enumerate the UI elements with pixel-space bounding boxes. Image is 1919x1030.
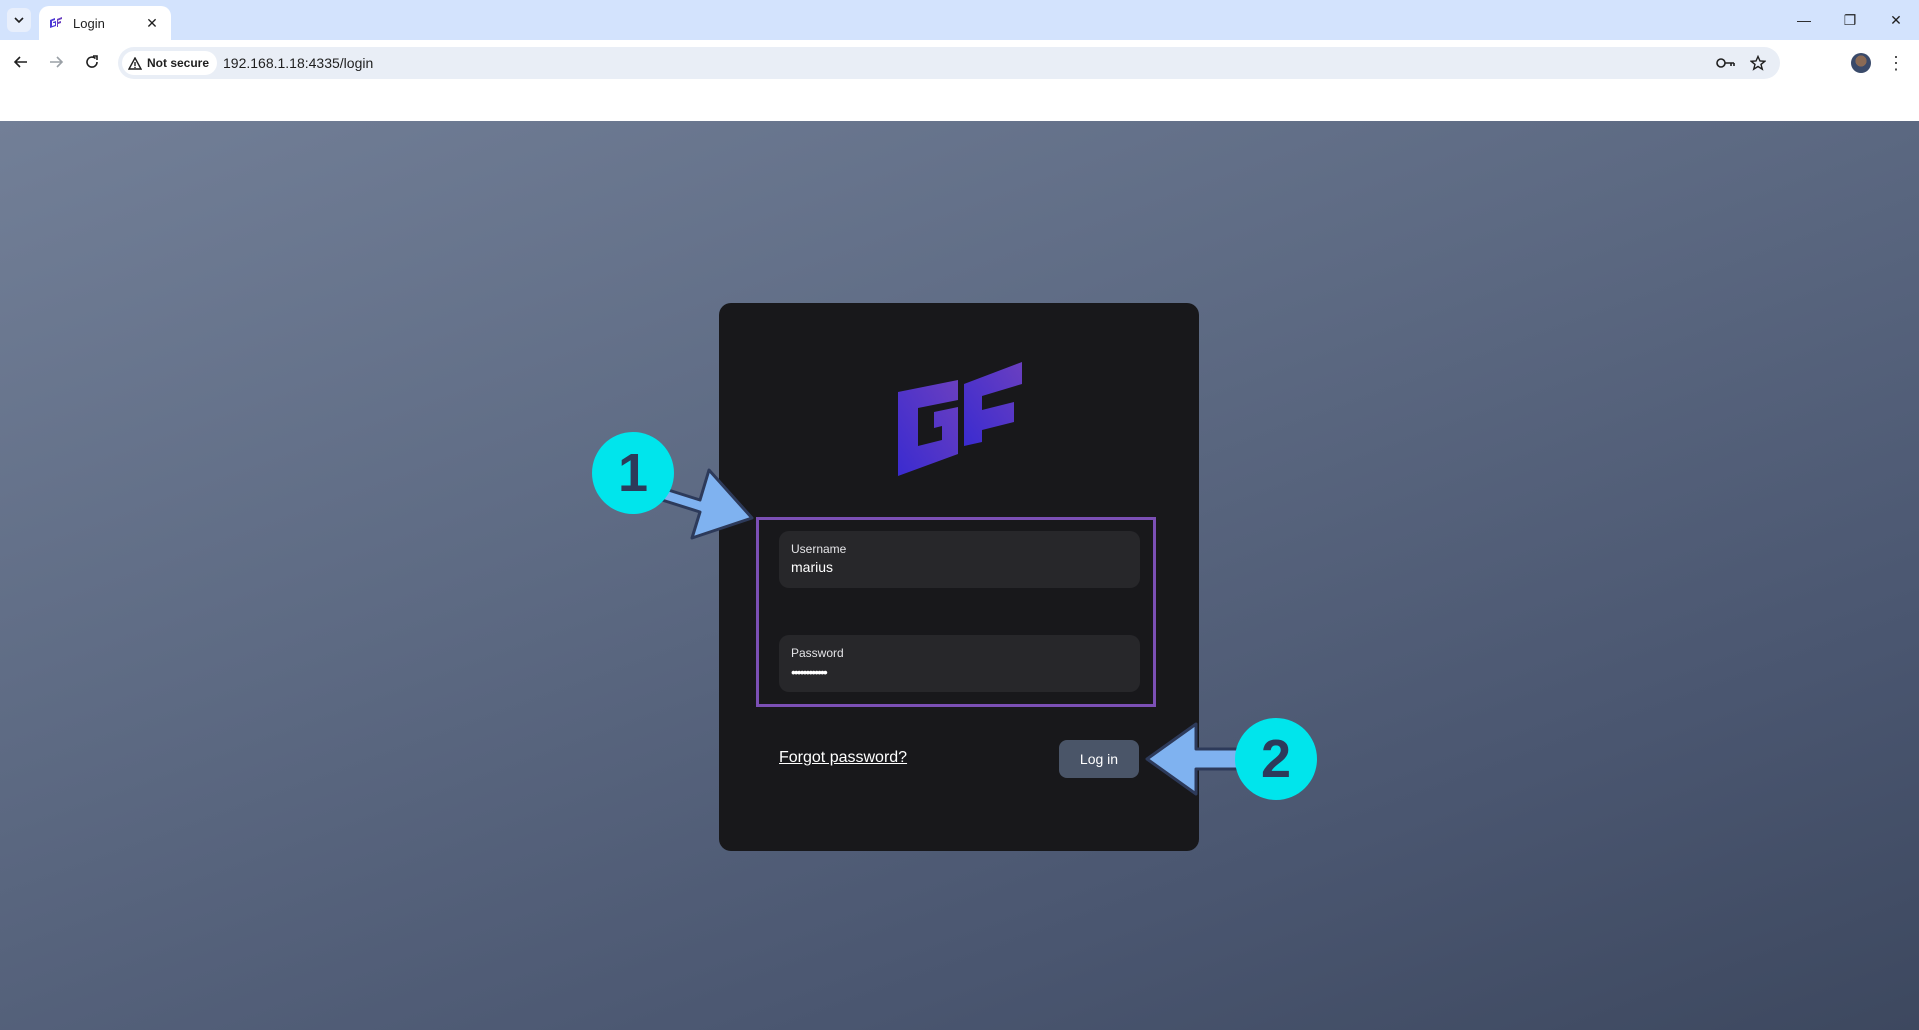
warning-icon xyxy=(128,56,142,70)
reload-icon[interactable] xyxy=(79,49,105,75)
tab-login[interactable]: Login ✕ xyxy=(39,6,171,40)
security-label: Not secure xyxy=(147,56,210,70)
step-1-badge: 1 xyxy=(592,432,674,514)
app-logo xyxy=(898,362,1022,476)
username-input[interactable] xyxy=(791,559,1121,575)
restore-button[interactable]: ❐ xyxy=(1827,6,1873,34)
password-field[interactable]: Password •••••••••••• xyxy=(779,635,1140,692)
bookmark-star-icon[interactable] xyxy=(1746,51,1770,75)
username-field[interactable]: Username xyxy=(779,531,1140,588)
password-input[interactable]: •••••••••••• xyxy=(791,664,828,680)
close-window-button[interactable]: ✕ xyxy=(1873,6,1919,34)
minimize-button[interactable]: — xyxy=(1781,6,1827,34)
forward-icon[interactable] xyxy=(43,49,69,75)
tab-strip xyxy=(0,0,1919,40)
url-text[interactable]: 192.168.1.18:4335/login xyxy=(223,55,373,71)
profile-avatar[interactable] xyxy=(1851,53,1871,73)
username-label: Username xyxy=(791,542,847,556)
password-label: Password xyxy=(791,646,844,660)
favicon-icon xyxy=(50,17,62,28)
tab-search-icon[interactable] xyxy=(7,8,31,32)
close-tab-icon[interactable]: ✕ xyxy=(143,15,161,32)
back-icon[interactable] xyxy=(8,49,34,75)
page-top-band xyxy=(0,81,1919,121)
password-key-icon[interactable] xyxy=(1714,51,1738,75)
forgot-password-link[interactable]: Forgot password? xyxy=(779,749,907,767)
login-button[interactable]: Log in xyxy=(1059,740,1139,778)
menu-icon[interactable]: ⋮ xyxy=(1886,51,1906,75)
tab-title: Login xyxy=(73,15,105,31)
step-2-badge: 2 xyxy=(1235,718,1317,800)
security-indicator[interactable]: Not secure xyxy=(122,51,218,75)
